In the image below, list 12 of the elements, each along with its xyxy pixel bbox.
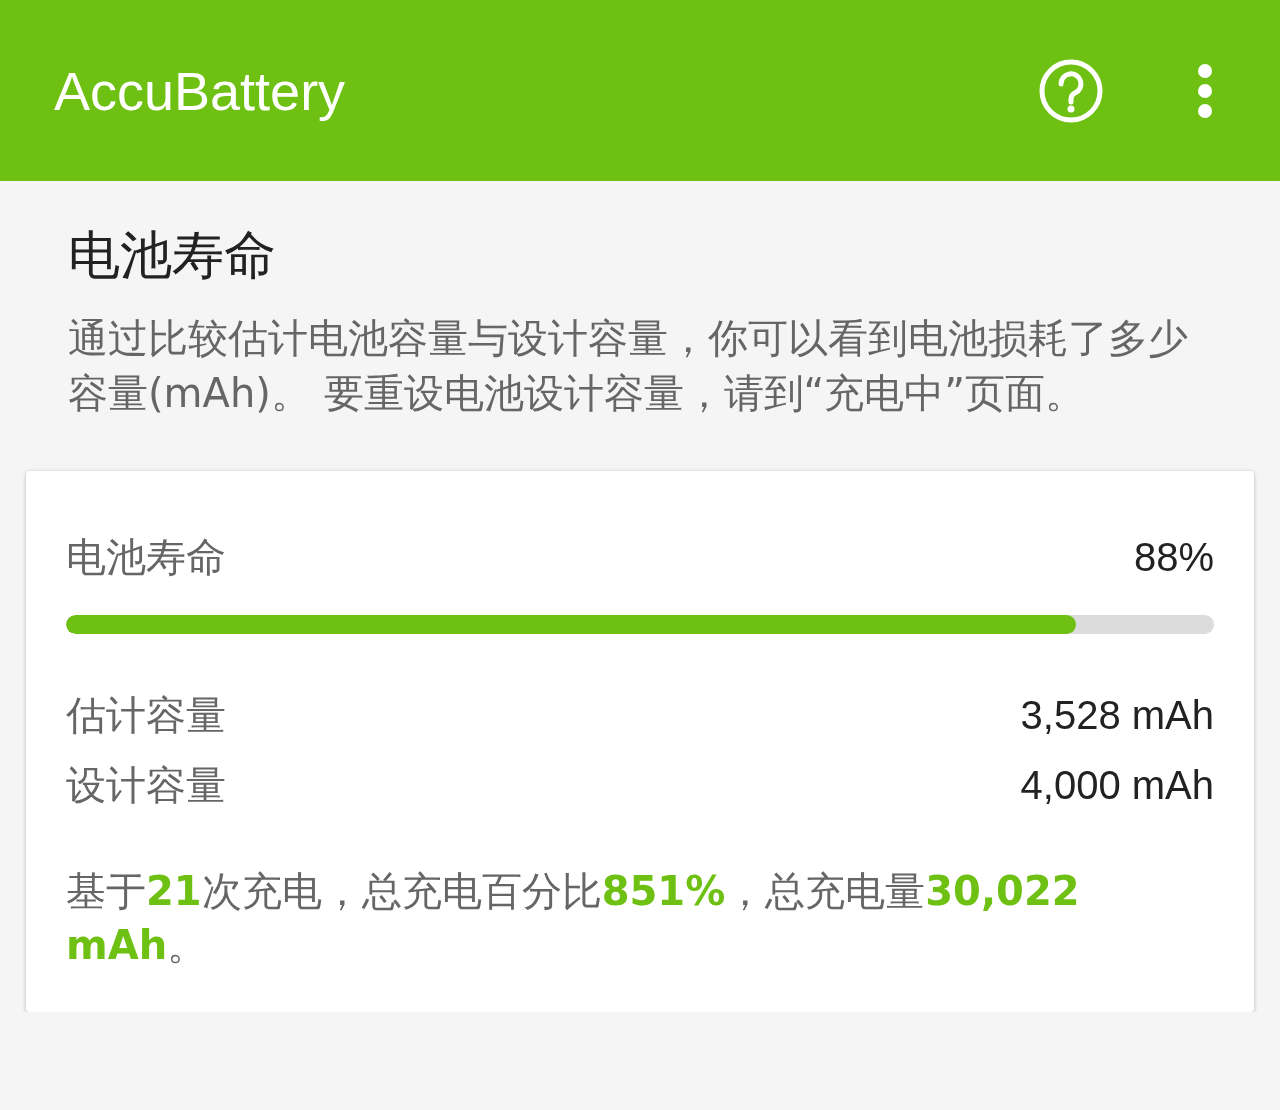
capacity-value: 3,528 mAh	[1020, 692, 1214, 738]
menu-icon	[1196, 62, 1214, 119]
health-label: 电池寿命	[66, 532, 226, 582]
health-value: 88%	[1133, 534, 1214, 580]
section-description: 通过比较估计电池容量与设计容量，你可以看到电池损耗了多少容量(mAh)。 要重设电池设计容量，请到“充电中”页面。	[68, 314, 1189, 418]
section-title: 电池寿命	[68, 224, 277, 287]
capacity-value: 4,000 mAh	[1020, 762, 1214, 808]
help-icon	[1038, 57, 1104, 124]
capacity-label: 估计容量	[66, 690, 226, 740]
app-title: AccuBattery	[54, 59, 347, 122]
charge-summary: 基于21次充电，总充电百分比851%，总充电量30,022 mAh。	[66, 867, 1081, 970]
capacity-label: 设计容量	[66, 760, 226, 810]
